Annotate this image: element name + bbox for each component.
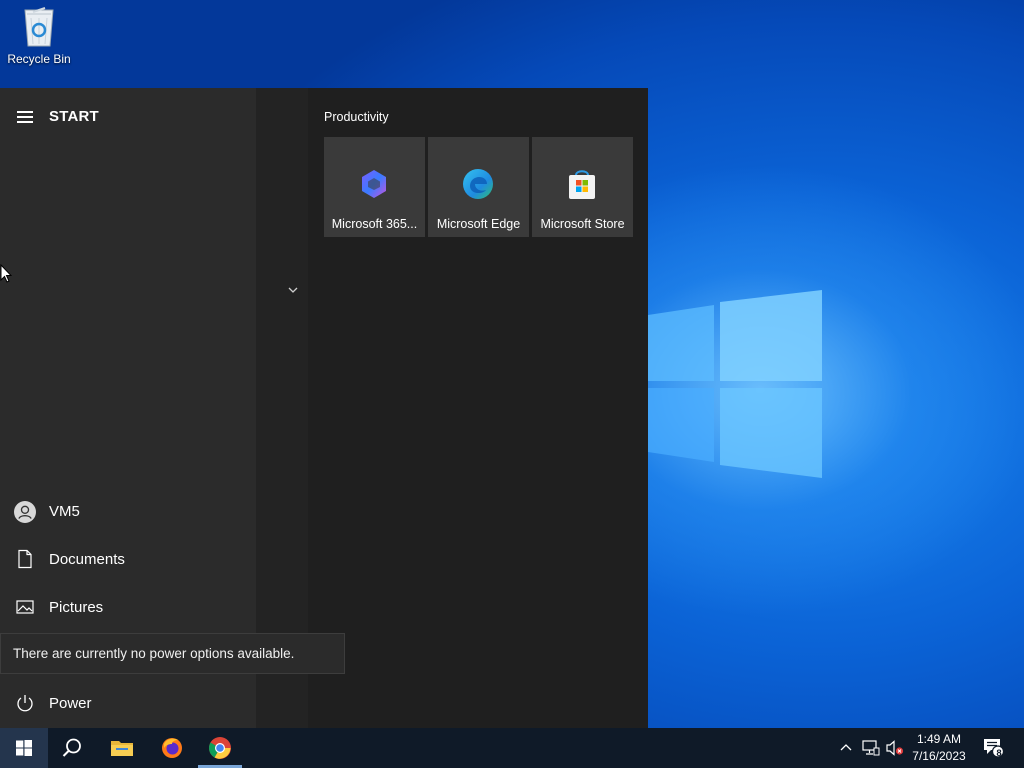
mouse-cursor-icon <box>0 264 12 283</box>
tile-label: Microsoft Store <box>540 217 625 231</box>
notification-count: 8 <box>996 748 1002 759</box>
edge-icon <box>463 169 493 199</box>
search-icon <box>62 738 81 757</box>
pictures-icon <box>16 600 34 614</box>
start-title: START <box>49 108 99 125</box>
start-menu: START VM5 Documents Pictures Power Produ… <box>0 88 648 728</box>
tile-microsoft-edge[interactable]: Microsoft Edge <box>428 137 529 237</box>
document-icon <box>18 549 32 569</box>
action-center-button[interactable]: 8 <box>976 728 1012 768</box>
taskbar-chrome[interactable] <box>198 728 242 768</box>
chrome-icon <box>209 737 231 759</box>
taskbar-file-explorer[interactable] <box>98 728 146 768</box>
tile-label: Microsoft Edge <box>436 217 521 231</box>
start-app-list-pane <box>256 88 308 728</box>
firefox-icon <box>162 738 182 758</box>
user-avatar-icon <box>14 501 36 523</box>
hamburger-menu-icon[interactable] <box>17 111 33 123</box>
nav-item-power[interactable]: Power <box>0 681 256 727</box>
nav-item-label: Documents <box>49 551 125 568</box>
clock-date[interactable]: 7/16/2023 <box>906 749 972 763</box>
windows-start-icon <box>16 740 32 756</box>
desktop-icon-recycle-bin[interactable]: Recycle Bin <box>4 4 74 66</box>
taskbar: 1:49 AM 7/16/2023 8 <box>0 728 1024 768</box>
clock-time[interactable]: 1:49 AM <box>906 732 972 746</box>
power-icon <box>17 695 33 712</box>
volume-muted-icon[interactable] <box>885 740 905 756</box>
power-options-tooltip: There are currently no power options ava… <box>0 633 345 674</box>
network-icon[interactable] <box>862 740 880 756</box>
microsoft-365-icon <box>362 170 386 198</box>
file-explorer-icon <box>111 741 133 756</box>
chevron-down-icon[interactable] <box>287 286 299 294</box>
nav-item-user[interactable]: VM5 <box>0 489 256 535</box>
taskbar-firefox[interactable] <box>148 728 196 768</box>
start-left-pane: START VM5 Documents Pictures Power <box>0 88 256 728</box>
desktop-icon-label: Recycle Bin <box>7 52 71 66</box>
recycle-bin-icon <box>24 7 54 47</box>
nav-item-label: VM5 <box>49 503 80 520</box>
start-button[interactable] <box>0 728 48 768</box>
tile-label: Microsoft 365... <box>331 217 418 231</box>
search-button[interactable] <box>48 728 96 768</box>
tile-microsoft-store[interactable]: Microsoft Store <box>532 137 633 237</box>
nav-item-pictures[interactable]: Pictures <box>0 585 256 631</box>
nav-item-label: Power <box>49 695 92 712</box>
nav-item-label: Pictures <box>49 599 104 616</box>
chevron-up-icon[interactable] <box>840 742 852 752</box>
nav-item-documents[interactable]: Documents <box>0 537 256 583</box>
tile-microsoft-365[interactable]: Microsoft 365... <box>324 137 425 237</box>
store-icon <box>569 170 595 199</box>
tile-group-title: Productivity <box>324 110 389 124</box>
